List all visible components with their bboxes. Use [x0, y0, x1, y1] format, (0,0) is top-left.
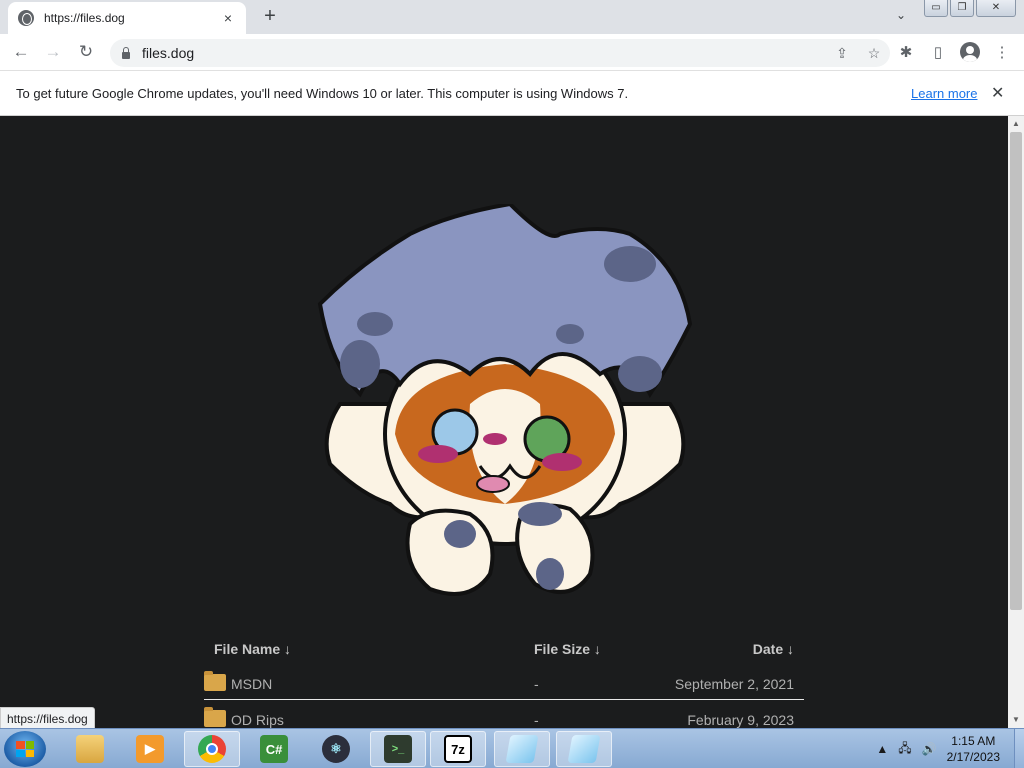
close-window-button[interactable]: ✕ [976, 0, 1016, 17]
clock-time: 1:15 AM [951, 734, 996, 748]
bookmark-star-icon[interactable]: ☆ [858, 45, 890, 62]
status-bubble-url: https://files.dog [0, 707, 95, 729]
tab-strip: https://files.dog × + ⌄ ▭ ❐ ✕ [0, 0, 1024, 34]
file-size: - [534, 712, 539, 728]
start-button[interactable] [4, 731, 46, 767]
globe-icon [18, 10, 34, 26]
file-date: February 9, 2023 [687, 712, 794, 728]
address-bar[interactable]: files.dog ⇪ ☆ [110, 39, 890, 67]
tab-close-icon[interactable]: × [220, 10, 236, 26]
taskbar-chrome[interactable] [184, 731, 240, 767]
browser-tab[interactable]: https://files.dog × [8, 2, 246, 34]
update-infobar: To get future Google Chrome updates, you… [0, 71, 1024, 116]
file-name[interactable]: MSDN [231, 676, 272, 692]
scroll-up-arrow-icon[interactable]: ▲ [1008, 116, 1024, 132]
folder-icon [76, 735, 104, 763]
file-date: September 2, 2021 [674, 676, 794, 692]
window-controls: ▭ ❐ ✕ [924, 0, 1016, 17]
side-panel-icon[interactable]: ▯ [928, 43, 948, 63]
share-icon[interactable]: ⇪ [826, 45, 858, 62]
7zip-icon: 7z [444, 735, 472, 763]
tray-overflow-arrow-icon[interactable]: ▲ [876, 742, 888, 756]
volume-icon[interactable]: 🔊 [922, 742, 937, 756]
clock-date: 2/17/2023 [946, 750, 1000, 764]
folder-icon [204, 707, 226, 727]
browser-toolbar: ← → ↻ files.dog ⇪ ☆ ✱ ▯ ⋮ [0, 34, 1024, 71]
notepad-icon [567, 735, 601, 763]
notepad-icon [505, 735, 539, 763]
learn-more-link[interactable]: Learn more [911, 86, 977, 101]
clock[interactable]: 1:15 AM 2/17/2023 [947, 733, 1000, 765]
column-date[interactable]: Date ↓ [753, 641, 794, 657]
file-row[interactable]: MSDN - September 2, 2021 [204, 664, 804, 700]
tab-search-icon[interactable]: ⌄ [896, 8, 906, 22]
forward-button[interactable]: → [42, 41, 64, 63]
csharp-icon: C# [260, 735, 288, 763]
system-tray: ▲ 🖧 🔊 1:15 AM 2/17/2023 [876, 729, 1024, 768]
file-list-header: File Name ↓ File Size ↓ Date ↓ [204, 632, 804, 664]
minimize-button[interactable]: ▭ [924, 0, 948, 17]
chrome-icon [198, 735, 226, 763]
tab-title: https://files.dog [44, 11, 125, 25]
taskbar-7zip[interactable]: 7z [430, 731, 486, 767]
windows-logo-icon [16, 741, 34, 757]
restore-button[interactable]: ❐ [950, 0, 974, 17]
media-player-icon: ▶ [136, 735, 164, 763]
chrome-menu-icon[interactable]: ⋮ [992, 43, 1012, 63]
extensions-icon[interactable]: ✱ [896, 43, 916, 63]
show-desktop-button[interactable] [1014, 729, 1024, 768]
lock-icon[interactable] [122, 46, 130, 59]
taskbar-terminal[interactable]: >_ [370, 731, 426, 767]
scroll-down-arrow-icon[interactable]: ▼ [1008, 712, 1024, 728]
taskbar-notepad-2[interactable] [556, 731, 612, 767]
taskbar-media-player[interactable]: ▶ [122, 731, 178, 767]
profile-avatar-icon[interactable] [960, 42, 980, 62]
address-url[interactable]: files.dog [142, 45, 826, 61]
column-file-size[interactable]: File Size ↓ [534, 641, 601, 657]
windows-taskbar: ▶ C# ⚛ >_ 7z ▲ 🖧 🔊 1:15 AM 2/17/2023 [0, 728, 1024, 768]
taskbar-notepad-1[interactable] [494, 731, 550, 767]
terminal-icon: >_ [384, 735, 412, 763]
folder-icon [204, 671, 226, 691]
infobar-close-icon[interactable]: ✕ [991, 83, 1004, 103]
page-scrollbar[interactable]: ▲ ▼ [1008, 116, 1024, 728]
dog-mascot-logo [317, 204, 693, 596]
taskbar-csharp-editor[interactable]: C# [246, 731, 302, 767]
page-content: File Name ↓ File Size ↓ Date ↓ MSDN - Se… [0, 116, 1008, 728]
network-icon[interactable]: 🖧 [898, 739, 911, 760]
back-button[interactable]: ← [10, 41, 32, 63]
file-size: - [534, 676, 539, 692]
scrollbar-thumb[interactable] [1010, 132, 1022, 610]
taskbar-explorer[interactable] [62, 731, 118, 767]
file-name[interactable]: OD Rips [231, 712, 284, 728]
reload-button[interactable]: ↻ [75, 41, 97, 63]
file-list: File Name ↓ File Size ↓ Date ↓ MSDN - Se… [204, 632, 804, 728]
column-file-name[interactable]: File Name ↓ [214, 641, 291, 657]
electron-icon: ⚛ [322, 735, 350, 763]
file-row[interactable]: OD Rips - February 9, 2023 [204, 700, 804, 728]
infobar-message: To get future Google Chrome updates, you… [16, 86, 629, 101]
taskbar-electron-app[interactable]: ⚛ [308, 731, 364, 767]
new-tab-button[interactable]: + [259, 6, 281, 28]
